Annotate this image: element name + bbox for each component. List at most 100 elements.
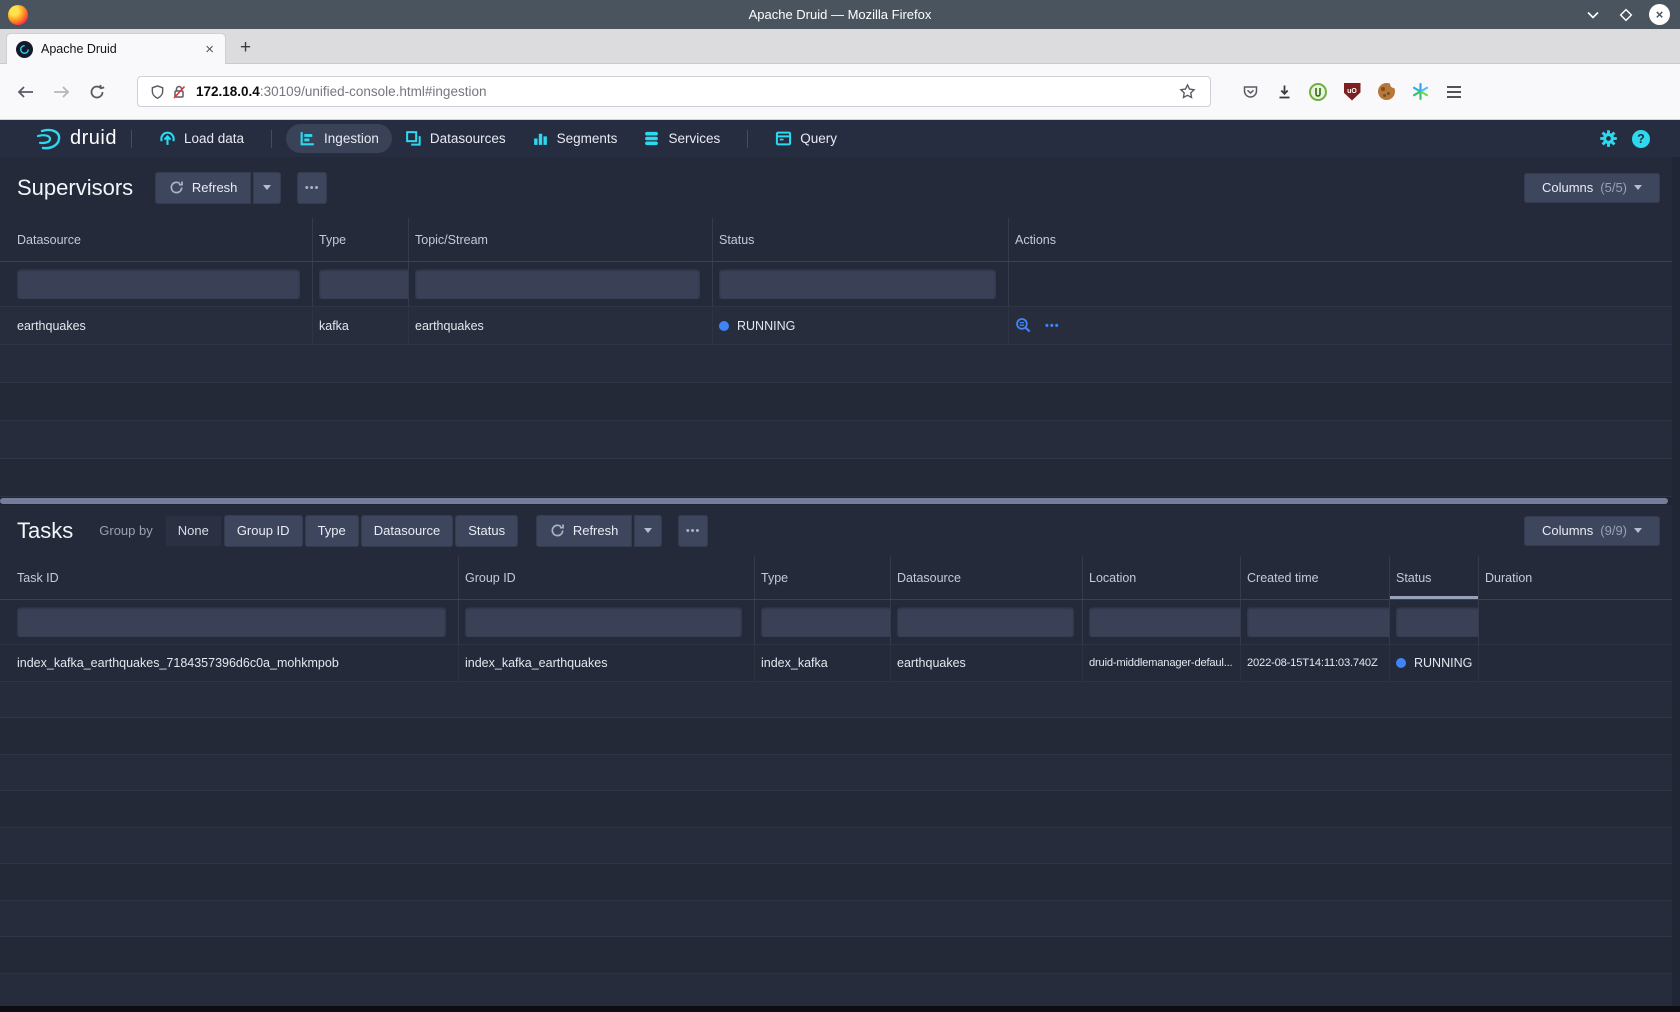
supervisors-refresh-button[interactable]: Refresh (155, 172, 251, 204)
reload-icon[interactable] (82, 77, 112, 107)
col-header-datasource[interactable]: Datasource (890, 556, 1082, 599)
col-header-status[interactable]: Status (712, 218, 1008, 261)
created-time-filter-input[interactable] (1247, 607, 1389, 637)
topic-stream-filter-input[interactable] (415, 269, 700, 299)
chevron-down-icon (1634, 185, 1642, 190)
nav-item-label: Services (668, 131, 720, 146)
insecure-lock-icon[interactable] (168, 77, 190, 107)
empty-row (0, 345, 1672, 383)
nav-item-label: Query (800, 131, 837, 146)
vertical-scrollbar-track[interactable] (1672, 157, 1680, 1006)
new-tab-button[interactable]: + (240, 38, 251, 57)
download-icon[interactable] (1269, 77, 1299, 107)
empty-row (0, 864, 1672, 901)
cookie-extension-icon[interactable] (1371, 77, 1401, 107)
bookmark-star-icon[interactable] (1172, 77, 1202, 107)
tasks-more-button[interactable]: ••• (678, 515, 708, 547)
supervisors-filter-row (0, 262, 1672, 307)
supervisors-table: Datasource Type Topic/Stream Status Acti… (0, 218, 1672, 497)
help-icon[interactable]: ? (1632, 130, 1650, 148)
status-text: RUNNING (1414, 656, 1472, 670)
col-header-group-id[interactable]: Group ID (458, 556, 754, 599)
ingestion-icon (299, 130, 316, 147)
col-header-topic-stream[interactable]: Topic/Stream (408, 218, 712, 261)
supervisors-refresh-menu-button[interactable] (253, 172, 281, 204)
group-by-type-button[interactable]: Type (305, 515, 359, 547)
status-dot-icon (1396, 658, 1406, 668)
group-by-status-button[interactable]: Status (455, 515, 518, 547)
druid-favicon-icon (16, 41, 33, 58)
datasource-filter-input[interactable] (897, 607, 1074, 637)
forward-icon[interactable] (46, 77, 76, 107)
datasource-filter-input[interactable] (17, 269, 300, 299)
col-header-created-time[interactable]: Created time (1240, 556, 1389, 599)
nav-item-services[interactable]: Services (630, 124, 733, 153)
status-filter-input[interactable] (1396, 607, 1478, 637)
col-header-datasource[interactable]: Datasource (0, 218, 312, 261)
empty-row (0, 937, 1672, 974)
tracking-shield-icon[interactable] (146, 77, 168, 107)
location-filter-input[interactable] (1089, 607, 1240, 637)
settings-gear-icon[interactable] (1599, 129, 1618, 148)
empty-row (0, 974, 1672, 1011)
horizontal-scrollbar-thumb[interactable] (0, 498, 1668, 504)
druid-logo[interactable]: druid (36, 127, 117, 151)
col-header-type[interactable]: Type (754, 556, 890, 599)
task-status: RUNNING (1389, 645, 1478, 681)
supervisor-datasource: earthquakes (0, 307, 312, 344)
window-minimize-button[interactable] (1583, 5, 1603, 25)
supervisor-row[interactable]: earthquakes kafka earthquakes RUNNING ••… (0, 307, 1672, 345)
horizontal-scrollbar-track[interactable] (0, 497, 1672, 505)
ublock-icon[interactable]: uO (1337, 77, 1367, 107)
window-close-button[interactable]: × (1649, 4, 1670, 25)
nav-item-segments[interactable]: Segments (519, 124, 631, 153)
inspect-magnifier-icon[interactable] (1015, 317, 1032, 334)
nav-item-datasources[interactable]: Datasources (392, 124, 519, 153)
group-by-group-id-button[interactable]: Group ID (224, 515, 303, 547)
supervisors-header: Supervisors Refresh ••• Columns (5/5) (0, 157, 1672, 218)
col-header-status-sorted[interactable]: Status (1389, 556, 1478, 599)
tasks-refresh-button[interactable]: Refresh (536, 515, 632, 547)
col-header-task-id[interactable]: Task ID (0, 556, 458, 599)
window-title: Apache Druid — Mozilla Firefox (0, 7, 1680, 22)
url-text[interactable]: 172.18.0.4:30109/unified-console.html#in… (196, 84, 1172, 99)
privacy-badger-icon[interactable] (1303, 77, 1333, 107)
supervisors-more-button[interactable]: ••• (297, 172, 327, 204)
tab-close-icon[interactable]: × (203, 41, 216, 58)
tasks-columns-button[interactable]: Columns (9/9) (1524, 516, 1660, 546)
task-group-id: index_kafka_earthquakes (458, 645, 754, 681)
window-maximize-button[interactable] (1616, 5, 1636, 25)
empty-row (0, 459, 1672, 497)
druid-logo-icon (36, 127, 62, 151)
col-header-duration[interactable]: Duration (1478, 556, 1672, 599)
tasks-refresh-menu-button[interactable] (634, 515, 662, 547)
task-id-filter-input[interactable] (17, 607, 446, 637)
group-by-none-button[interactable]: None (165, 515, 222, 547)
group-by-datasource-button[interactable]: Datasource (361, 515, 453, 547)
multi-account-asterisk-icon[interactable] (1405, 77, 1435, 107)
window-bottom-edge (0, 1006, 1680, 1012)
tasks-table-header: Task ID Group ID Type Datasource Locatio… (0, 556, 1672, 600)
col-header-location[interactable]: Location (1082, 556, 1240, 599)
tab-apache-druid[interactable]: Apache Druid × (6, 33, 226, 64)
task-row[interactable]: index_kafka_earthquakes_7184357396d6c0a_… (0, 645, 1672, 682)
url-bar[interactable]: 172.18.0.4:30109/unified-console.html#in… (137, 76, 1211, 107)
nav-item-load-data[interactable]: Load data (146, 124, 257, 153)
supervisors-columns-button[interactable]: Columns (5/5) (1524, 173, 1660, 203)
empty-row (0, 682, 1672, 719)
col-header-type[interactable]: Type (312, 218, 408, 261)
status-filter-input[interactable] (719, 269, 996, 299)
type-filter-input[interactable] (761, 607, 890, 637)
group-id-filter-input[interactable] (465, 607, 742, 637)
hamburger-menu-icon[interactable] (1439, 77, 1469, 107)
refresh-icon (169, 180, 184, 195)
col-header-actions[interactable]: Actions (1008, 218, 1672, 261)
type-filter-input[interactable] (319, 269, 408, 299)
refresh-label: Refresh (573, 523, 619, 538)
back-icon[interactable] (10, 77, 40, 107)
row-more-icon[interactable]: ••• (1045, 320, 1060, 332)
nav-item-query[interactable]: Query (762, 124, 850, 153)
nav-divider (271, 130, 272, 148)
nav-item-ingestion[interactable]: Ingestion (286, 124, 392, 153)
pocket-icon[interactable] (1235, 77, 1265, 107)
